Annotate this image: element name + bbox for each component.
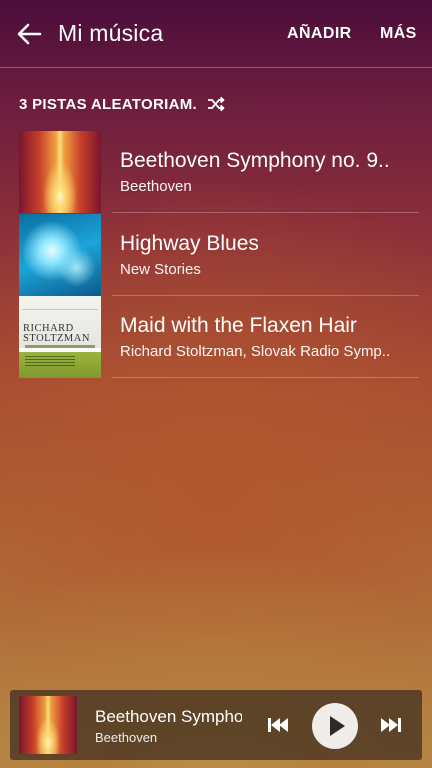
album-art xyxy=(19,214,101,296)
next-icon[interactable] xyxy=(377,714,403,736)
cover-fine-print xyxy=(25,356,75,366)
track-title: Highway Blues xyxy=(120,232,259,255)
cover-rule xyxy=(22,309,98,310)
play-icon xyxy=(330,716,345,736)
list-item[interactable]: Beethoven Symphony no. 9.. Beethoven xyxy=(0,131,432,213)
track-artist: Beethoven xyxy=(120,178,192,195)
cover-subtitle-bar xyxy=(25,345,95,348)
page-title: Mi música xyxy=(58,20,164,46)
album-art: RICHARD STOLTZMAN xyxy=(19,296,101,378)
list-divider xyxy=(112,377,419,378)
track-title: Beethoven Symphony no. 9.. xyxy=(120,149,390,172)
now-playing-title: Beethoven Symphony no. 9 xyxy=(95,707,242,726)
add-button[interactable]: AÑADIR xyxy=(287,25,352,43)
cover-text: STOLTZMAN xyxy=(23,333,90,344)
track-title: Maid with the Flaxen Hair xyxy=(120,314,357,337)
app-bar: Mi música AÑADIR MÁS xyxy=(0,0,432,67)
more-button[interactable]: MÁS xyxy=(380,25,417,43)
album-art xyxy=(19,131,101,213)
list-item[interactable]: RICHARD STOLTZMAN Maid with the Flaxen H… xyxy=(0,296,432,378)
header-divider xyxy=(0,67,432,68)
now-playing-artist: Beethoven xyxy=(95,730,158,745)
shuffle-icon xyxy=(207,96,225,112)
back-arrow-icon[interactable] xyxy=(16,22,42,46)
mini-player[interactable]: Beethoven Symphony no. 9 Beethoven xyxy=(10,690,422,760)
track-artist: New Stories xyxy=(120,261,201,278)
shuffle-all-button[interactable]: 3 PISTAS ALEATORIAM. xyxy=(19,94,225,114)
list-item[interactable]: Highway Blues New Stories xyxy=(0,214,432,296)
list-divider xyxy=(112,212,419,213)
play-button[interactable] xyxy=(312,703,358,749)
now-playing-art[interactable] xyxy=(19,696,77,754)
shuffle-label: 3 PISTAS ALEATORIAM. xyxy=(19,95,197,113)
track-artist: Richard Stoltzman, Slovak Radio Symp.. xyxy=(120,343,391,360)
previous-icon[interactable] xyxy=(266,714,292,736)
